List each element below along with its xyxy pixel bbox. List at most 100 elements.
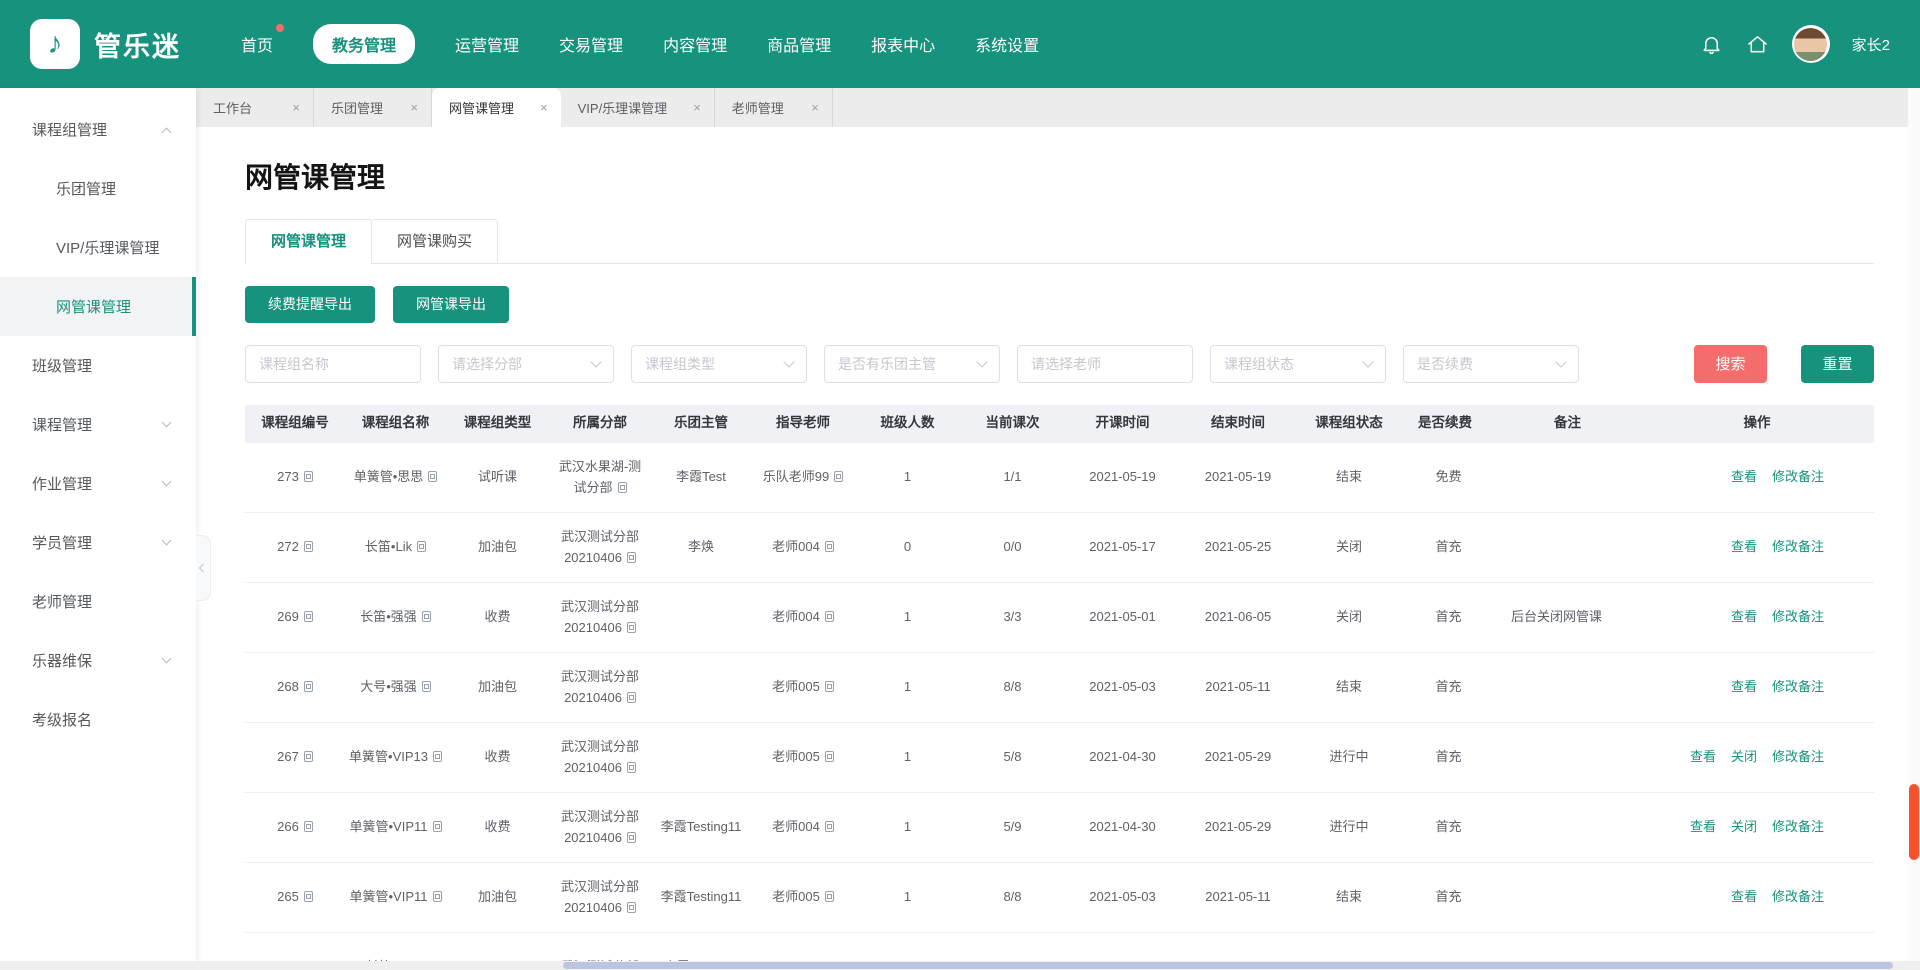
edit-remark-link[interactable]: 修改备注 (1772, 536, 1824, 557)
sidebar-item[interactable]: 课程管理 (0, 395, 196, 454)
close-icon[interactable]: × (540, 100, 548, 115)
copy-icon[interactable] (825, 821, 834, 832)
filter-input[interactable] (1415, 355, 1551, 373)
close-course-link[interactable]: 关闭 (1731, 816, 1757, 837)
copy-icon[interactable] (304, 681, 313, 692)
workspace-tab[interactable]: VIP/乐理课管理 × (561, 88, 715, 127)
nav-item[interactable]: 系统设置 (975, 24, 1039, 64)
copy-icon[interactable] (825, 751, 834, 762)
copy-icon[interactable] (304, 891, 313, 902)
copy-icon[interactable] (433, 891, 442, 902)
filter-field[interactable] (1017, 345, 1193, 383)
view-link[interactable]: 查看 (1731, 676, 1757, 697)
filter-input[interactable] (1222, 355, 1358, 373)
sidebar-item[interactable]: 课程组管理 (0, 100, 196, 159)
copy-icon[interactable] (627, 692, 636, 703)
copy-icon[interactable] (825, 681, 834, 692)
export-button[interactable]: 网管课导出 (393, 286, 509, 323)
avatar[interactable] (1792, 25, 1830, 63)
sidebar-item[interactable]: 班级管理 (0, 336, 196, 395)
copy-icon[interactable] (618, 482, 627, 493)
page-tab[interactable]: 网管课购买 (372, 219, 498, 263)
nav-item[interactable]: 内容管理 (663, 24, 727, 64)
workspace-tab[interactable]: 网管课管理 × (432, 88, 561, 127)
filter-input[interactable] (1029, 355, 1181, 373)
copy-icon[interactable] (825, 541, 834, 552)
sidebar-collapse-handle[interactable] (196, 535, 211, 601)
user-name[interactable]: 家长2 (1852, 34, 1890, 55)
filter-field[interactable] (438, 345, 614, 383)
edit-remark-link[interactable]: 修改备注 (1772, 606, 1824, 627)
copy-icon[interactable] (304, 541, 313, 552)
sidebar-item[interactable]: 考级报名 (0, 690, 196, 749)
vertical-scrollbar-thumb[interactable] (1909, 784, 1919, 860)
copy-icon[interactable] (417, 541, 426, 552)
sidebar-item[interactable]: 学员管理 (0, 513, 196, 572)
search-button[interactable]: 搜索 (1694, 345, 1767, 383)
copy-icon[interactable] (627, 902, 636, 913)
close-icon[interactable]: × (410, 100, 418, 115)
close-icon[interactable]: × (292, 100, 300, 115)
edit-remark-link[interactable]: 修改备注 (1772, 466, 1824, 487)
export-button[interactable]: 续费提醒导出 (245, 286, 375, 323)
copy-icon[interactable] (422, 681, 431, 692)
brand-logo[interactable]: ♪ (30, 19, 80, 69)
nav-item[interactable]: 交易管理 (559, 24, 623, 64)
filter-input[interactable] (836, 355, 972, 373)
copy-icon[interactable] (304, 611, 313, 622)
copy-icon[interactable] (304, 751, 313, 762)
view-link[interactable]: 查看 (1690, 746, 1716, 767)
edit-remark-link[interactable]: 修改备注 (1772, 816, 1824, 837)
horizontal-scrollbar-thumb[interactable] (563, 962, 1893, 969)
copy-icon[interactable] (428, 471, 437, 482)
sidebar-item[interactable]: 网管课管理 (0, 277, 196, 336)
copy-icon[interactable] (825, 611, 834, 622)
copy-icon[interactable] (834, 471, 843, 482)
close-icon[interactable]: × (811, 100, 819, 115)
sidebar-item[interactable]: 乐团管理 (0, 159, 196, 218)
view-link[interactable]: 查看 (1731, 466, 1757, 487)
workspace-tab[interactable]: 工作台 × (196, 88, 314, 127)
filter-input[interactable] (257, 355, 409, 373)
workspace-tab[interactable]: 老师管理 × (715, 88, 833, 127)
filter-field[interactable] (631, 345, 807, 383)
filter-input[interactable] (450, 355, 586, 373)
filter-input[interactable] (643, 355, 779, 373)
sidebar-item[interactable]: 作业管理 (0, 454, 196, 513)
workspace-tab[interactable]: 乐团管理 × (314, 88, 432, 127)
nav-item[interactable]: 报表中心 (871, 24, 935, 64)
reset-button[interactable]: 重置 (1801, 345, 1874, 383)
copy-icon[interactable] (627, 622, 636, 633)
view-link[interactable]: 查看 (1731, 606, 1757, 627)
nav-item[interactable]: 首页 (241, 24, 273, 64)
nav-item[interactable]: 运营管理 (455, 24, 519, 64)
page-tab[interactable]: 网管课管理 (245, 219, 372, 263)
nav-item[interactable]: 商品管理 (767, 24, 831, 64)
filter-field[interactable] (1403, 345, 1579, 383)
view-link[interactable]: 查看 (1731, 536, 1757, 557)
sidebar-item[interactable]: 老师管理 (0, 572, 196, 631)
edit-remark-link[interactable]: 修改备注 (1772, 886, 1824, 907)
edit-remark-link[interactable]: 修改备注 (1772, 676, 1824, 697)
edit-remark-link[interactable]: 修改备注 (1772, 746, 1824, 767)
copy-icon[interactable] (304, 471, 313, 482)
filter-field[interactable] (245, 345, 421, 383)
copy-icon[interactable] (825, 891, 834, 902)
copy-icon[interactable] (627, 552, 636, 563)
view-link[interactable]: 查看 (1690, 816, 1716, 837)
sidebar-item[interactable]: 乐器维保 (0, 631, 196, 690)
sidebar-item[interactable]: VIP/乐理课管理 (0, 218, 196, 277)
filter-field[interactable] (824, 345, 1000, 383)
copy-icon[interactable] (433, 751, 442, 762)
copy-icon[interactable] (627, 832, 636, 843)
close-icon[interactable]: × (693, 100, 701, 115)
filter-field[interactable] (1210, 345, 1386, 383)
copy-icon[interactable] (422, 611, 431, 622)
bell-icon[interactable] (1700, 32, 1724, 56)
copy-icon[interactable] (433, 821, 442, 832)
view-link[interactable]: 查看 (1731, 886, 1757, 907)
copy-icon[interactable] (304, 821, 313, 832)
home-icon[interactable] (1746, 32, 1770, 56)
copy-icon[interactable] (627, 762, 636, 773)
nav-item[interactable]: 教务管理 (313, 24, 415, 64)
